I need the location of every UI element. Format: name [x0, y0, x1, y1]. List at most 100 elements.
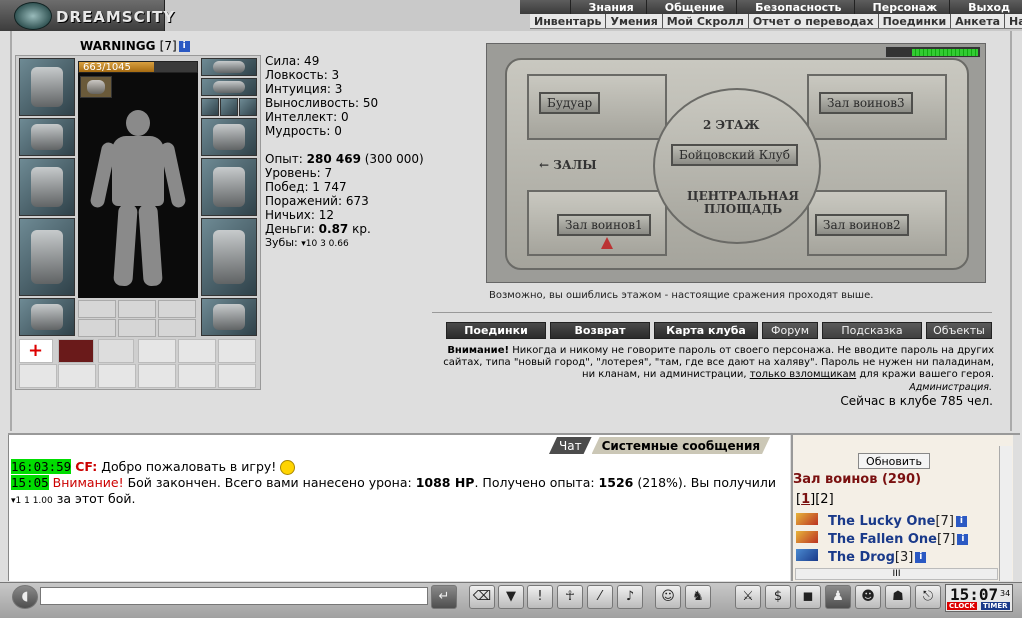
page-1[interactable]: 1: [801, 492, 810, 507]
menu-knowledge[interactable]: Знания: [569, 0, 646, 14]
message-sender[interactable]: CF:: [75, 459, 97, 474]
player-name[interactable]: The Fallen One: [828, 532, 937, 547]
item-slot-6[interactable]: [218, 339, 256, 363]
clan-icon[interactable]: ♞: [685, 585, 711, 609]
bracers-slot[interactable]: [19, 118, 75, 156]
clock-widget[interactable]: 15:07 34 CLOCK TIMER: [945, 584, 1013, 612]
character-silhouette[interactable]: [78, 72, 198, 298]
player-row[interactable]: The Lucky One[7] i: [796, 513, 967, 529]
send-icon[interactable]: ↵: [431, 585, 457, 609]
belt-slot[interactable]: [19, 298, 75, 336]
smiles-icon[interactable]: ☺: [655, 585, 681, 609]
objects-button[interactable]: Объекты: [926, 322, 992, 339]
inventory-icon[interactable]: ◼: [795, 585, 821, 609]
map-room-fight-club[interactable]: Бойцовский Клуб: [671, 144, 798, 166]
player-name[interactable]: The Drog: [828, 550, 895, 565]
logo[interactable]: DREAMSCITY: [0, 0, 174, 31]
submenu-profile[interactable]: Анкета: [950, 14, 1004, 28]
submenu-skills[interactable]: Умения: [605, 14, 661, 28]
submenu-duels[interactable]: Поединки: [877, 14, 951, 28]
eraser-icon[interactable]: ⌫: [469, 585, 495, 609]
submenu-scroll[interactable]: Мой Скролл: [661, 14, 748, 28]
tab-chat[interactable]: Чат: [549, 437, 592, 454]
menu-communication[interactable]: Общение: [645, 0, 736, 14]
rune-slot-3[interactable]: [158, 300, 196, 318]
room-hscrollbar[interactable]: III: [795, 568, 998, 580]
amulet-slot[interactable]: [201, 78, 257, 96]
page-2[interactable]: 2: [820, 492, 828, 507]
fight-icon[interactable]: ⚔: [735, 585, 761, 609]
item-slot-3[interactable]: [98, 339, 134, 363]
item-slot-8[interactable]: [58, 364, 96, 388]
rune-slot-6[interactable]: [158, 319, 196, 337]
ring-slot-3[interactable]: [239, 98, 257, 116]
item-slot-11[interactable]: [178, 364, 216, 388]
ring-slot-2[interactable]: [220, 98, 238, 116]
shield-slot[interactable]: [201, 158, 257, 216]
heal-item-slot[interactable]: +: [19, 339, 53, 363]
room-scrollbar[interactable]: [999, 446, 1012, 581]
item-slot-9[interactable]: [98, 364, 136, 388]
item-slot-7[interactable]: [19, 364, 57, 388]
pose-icon[interactable]: ☥: [557, 585, 583, 609]
ring-slot-1[interactable]: [201, 98, 219, 116]
info-icon[interactable]: i: [955, 516, 967, 527]
player-row[interactable]: The Drog[3] i: [796, 549, 927, 565]
map-room-hall2[interactable]: Зал воинов2: [815, 214, 909, 236]
item-slot-10[interactable]: [138, 364, 176, 388]
info-icon[interactable]: i: [178, 41, 190, 52]
warning-link[interactable]: только взломщикам: [750, 369, 856, 380]
player-row[interactable]: The Fallen One[7] i: [796, 531, 969, 547]
duels-button[interactable]: Поединки: [446, 322, 546, 339]
map-room-hall3[interactable]: Зал воинов3: [819, 92, 913, 114]
hint-button[interactable]: Подсказка: [822, 322, 922, 339]
item-slot-2[interactable]: [58, 339, 94, 363]
return-button[interactable]: Возврат: [550, 322, 650, 339]
notice-icon[interactable]: !: [527, 585, 553, 609]
rune-slot-5[interactable]: [118, 319, 156, 337]
map-room-boudoir[interactable]: Будуар: [539, 92, 601, 114]
earring-slot[interactable]: [201, 58, 257, 76]
character-name[interactable]: WARNINGG [7] i: [80, 39, 190, 53]
map-controls[interactable]: [885, 46, 981, 58]
tab-system-messages[interactable]: Системные сообщения: [592, 437, 770, 454]
boots-slot[interactable]: [201, 298, 257, 336]
weapon-slot[interactable]: [19, 158, 75, 216]
exit-icon[interactable]: ⎋: [915, 585, 941, 609]
refresh-button[interactable]: Обновить: [858, 453, 930, 469]
submenu-settings[interactable]: Настро: [1004, 14, 1022, 28]
party-icon[interactable]: ☗: [885, 585, 911, 609]
player-name[interactable]: The Lucky One: [828, 514, 935, 529]
item-slot-12[interactable]: [218, 364, 256, 388]
legs-slot[interactable]: [201, 218, 257, 296]
menu-exit[interactable]: Выход: [949, 0, 1022, 14]
menu-character[interactable]: Персонаж: [853, 0, 950, 14]
message-time[interactable]: 16:03:59: [11, 459, 72, 474]
submenu-inventory[interactable]: Инвентарь: [530, 14, 605, 28]
info-icon[interactable]: i: [957, 534, 969, 545]
club-map-button[interactable]: Карта клуба: [654, 322, 758, 339]
item-slot-4[interactable]: [138, 339, 176, 363]
message-time[interactable]: 15:05: [11, 475, 49, 490]
submenu-transfers[interactable]: Отчет о переводах: [747, 14, 878, 28]
menu-security[interactable]: Безопасность: [736, 0, 853, 14]
chat-input[interactable]: [40, 587, 428, 605]
filter-icon[interactable]: ▼: [498, 585, 524, 609]
gloves-slot[interactable]: [201, 118, 257, 156]
scroll-grip[interactable]: III: [893, 569, 901, 579]
rune-slot-2[interactable]: [118, 300, 156, 318]
character-icon[interactable]: ♟: [825, 585, 851, 609]
armor-slot[interactable]: [19, 218, 75, 296]
helmet-slot[interactable]: [19, 58, 75, 116]
rune-slot-4[interactable]: [78, 319, 116, 337]
money-icon[interactable]: $: [765, 585, 791, 609]
map-room-hall1[interactable]: Зал воинов1: [557, 214, 651, 236]
info-icon[interactable]: i: [915, 552, 927, 563]
forum-button[interactable]: Форум: [762, 322, 818, 339]
friends-icon[interactable]: ☻: [855, 585, 881, 609]
item-slot-5[interactable]: [178, 339, 216, 363]
sound-icon[interactable]: ♪: [617, 585, 643, 609]
map-halls-label[interactable]: ← ЗАЛЫ: [539, 158, 597, 172]
effect-slot[interactable]: [80, 76, 112, 98]
speaker-icon[interactable]: ◖: [12, 585, 38, 609]
